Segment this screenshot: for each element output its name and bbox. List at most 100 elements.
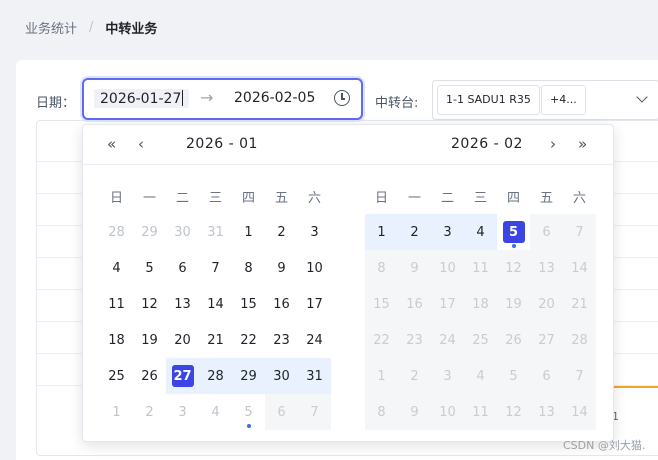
calendar-day[interactable]: 13 [530, 250, 563, 286]
calendar-day[interactable]: 6 [530, 214, 563, 250]
calendar-day[interactable]: 20 [530, 286, 563, 322]
calendar-day[interactable]: 19 [133, 322, 166, 358]
calendar-day[interactable]: 17 [431, 286, 464, 322]
calendar-day[interactable]: 9 [398, 394, 431, 430]
start-date-input[interactable]: 2026-01-27 [94, 89, 190, 108]
calendar-day[interactable]: 27 [530, 322, 563, 358]
calendar-day[interactable]: 6 [166, 250, 199, 286]
date-range-picker[interactable]: 2026-01-27 → 2026-02-05 [82, 78, 363, 120]
calendar-day[interactable]: 10 [431, 250, 464, 286]
calendar-day[interactable]: 25 [100, 358, 133, 394]
calendar-day[interactable]: 13 [530, 394, 563, 430]
calendar-day[interactable]: 18 [100, 322, 133, 358]
calendar-day[interactable]: 26 [133, 358, 166, 394]
calendar-day[interactable]: 15 [365, 286, 398, 322]
weekday-header: 五 [274, 190, 288, 206]
calendar-day[interactable]: 2 [133, 394, 166, 430]
calendar-day[interactable]: 23 [398, 322, 431, 358]
calendar-day[interactable]: 7 [563, 214, 596, 250]
calendar-day[interactable]: 30 [166, 214, 199, 250]
calendar-day[interactable]: 29 [133, 214, 166, 250]
calendar-day[interactable]: 14 [563, 250, 596, 286]
calendar-day[interactable]: 9 [398, 250, 431, 286]
calendar-day[interactable]: 9 [265, 250, 298, 286]
calendar-day[interactable]: 21 [563, 286, 596, 322]
calendar-day[interactable]: 14 [563, 394, 596, 430]
calendar-day[interactable]: 1 [365, 214, 398, 250]
calendar-day[interactable]: 10 [431, 394, 464, 430]
breadcrumb-item-stats[interactable]: 业务统计 [25, 18, 77, 37]
calendar-day[interactable]: 3 [431, 358, 464, 394]
calendar-day[interactable]: 12 [497, 250, 530, 286]
calendar-day[interactable]: 1 [100, 394, 133, 430]
calendar-day[interactable]: 14 [199, 286, 232, 322]
station-tag-more[interactable]: +4... [541, 85, 586, 115]
calendar-day[interactable]: 19 [497, 286, 530, 322]
calendar-day[interactable]: 5 [497, 358, 530, 394]
calendar-day[interactable]: 4 [464, 214, 497, 250]
prev-year-button[interactable]: « [107, 135, 116, 153]
clock-icon[interactable] [334, 90, 350, 106]
calendar-day[interactable]: 29 [232, 358, 265, 394]
chevron-down-icon[interactable] [636, 91, 648, 103]
calendar-day[interactable]: 12 [497, 394, 530, 430]
calendar-day[interactable]: 31 [199, 214, 232, 250]
calendar-day[interactable]: 8 [232, 250, 265, 286]
calendar-day[interactable]: 6 [530, 358, 563, 394]
calendar-day[interactable]: 31 [298, 358, 331, 394]
calendar-day[interactable]: 5 [133, 250, 166, 286]
calendar-day[interactable]: 3 [431, 214, 464, 250]
next-year-button[interactable]: » [578, 135, 587, 153]
calendar-day[interactable]: 25 [464, 322, 497, 358]
calendar-day[interactable]: 2 [398, 214, 431, 250]
station-select[interactable]: 1-1 SADU1 R35 +4... [432, 80, 658, 120]
calendar-day[interactable]: 2 [398, 358, 431, 394]
calendar-day[interactable]: 22 [365, 322, 398, 358]
calendar-day[interactable]: 2 [265, 214, 298, 250]
calendar-day[interactable]: 7 [199, 250, 232, 286]
calendar-day[interactable]: 4 [199, 394, 232, 430]
calendar-day[interactable]: 8 [365, 250, 398, 286]
calendar-day[interactable]: 8 [365, 394, 398, 430]
calendar-day[interactable]: 16 [265, 286, 298, 322]
calendar-day[interactable]: 21 [199, 322, 232, 358]
station-tag[interactable]: 1-1 SADU1 R35 [437, 85, 540, 115]
calendar-day[interactable]: 7 [298, 394, 331, 430]
calendar-day[interactable]: 24 [298, 322, 331, 358]
calendar-day[interactable]: 18 [464, 286, 497, 322]
calendar-day[interactable]: 11 [464, 250, 497, 286]
calendar-day[interactable]: 30 [265, 358, 298, 394]
calendar-day[interactable]: 28 [199, 358, 232, 394]
calendar-day[interactable]: 10 [298, 250, 331, 286]
calendar-day[interactable]: 15 [232, 286, 265, 322]
calendar-day[interactable]: 27 [166, 358, 199, 394]
breadcrumb-separator: / [89, 20, 94, 35]
calendar-day[interactable]: 4 [464, 358, 497, 394]
calendar-day[interactable]: 22 [232, 322, 265, 358]
weekday-header: 日 [374, 190, 388, 206]
date-label: 日期： [36, 96, 76, 111]
end-date-input[interactable]: 2026-02-05 [234, 90, 315, 106]
calendar-day[interactable]: 24 [431, 322, 464, 358]
calendar-day[interactable]: 13 [166, 286, 199, 322]
calendar-day[interactable]: 3 [166, 394, 199, 430]
calendar-day[interactable]: 6 [265, 394, 298, 430]
calendar-day[interactable]: 26 [497, 322, 530, 358]
next-month-button[interactable]: › [550, 135, 556, 153]
calendar-day[interactable]: 4 [100, 250, 133, 286]
calendar-day[interactable]: 20 [166, 322, 199, 358]
calendar-day[interactable]: 28 [100, 214, 133, 250]
calendar-day[interactable]: 3 [298, 214, 331, 250]
calendar-day[interactable]: 17 [298, 286, 331, 322]
calendar-day[interactable]: 11 [464, 394, 497, 430]
calendar-day[interactable]: 7 [563, 358, 596, 394]
calendar-day[interactable]: 12 [133, 286, 166, 322]
calendar-day[interactable]: 23 [265, 322, 298, 358]
calendar-day[interactable]: 28 [563, 322, 596, 358]
calendar-day[interactable]: 1 [365, 358, 398, 394]
weekday-header: 六 [307, 190, 321, 206]
calendar-day[interactable]: 1 [232, 214, 265, 250]
calendar-day[interactable]: 16 [398, 286, 431, 322]
prev-month-button[interactable]: ‹ [138, 135, 144, 153]
calendar-day[interactable]: 11 [100, 286, 133, 322]
